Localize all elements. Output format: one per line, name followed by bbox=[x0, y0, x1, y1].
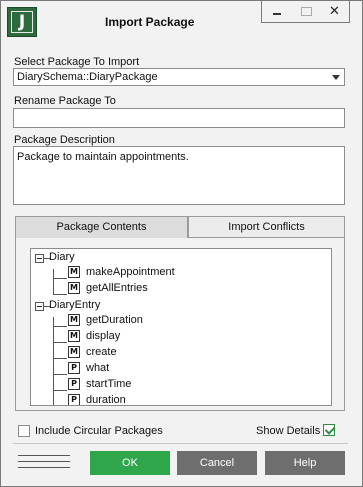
method-icon: M bbox=[68, 314, 80, 326]
tree-item[interactable]: getAllEntries bbox=[86, 282, 148, 294]
collapse-icon[interactable] bbox=[35, 254, 44, 263]
tree-line bbox=[53, 374, 67, 375]
tab-panel: Diary M makeAppointment M getAllEntries … bbox=[15, 238, 345, 411]
package-tree[interactable]: Diary M makeAppointment M getAllEntries … bbox=[30, 248, 332, 406]
show-details-label: Show Details bbox=[256, 425, 321, 437]
method-icon: M bbox=[68, 330, 80, 342]
tree-item[interactable]: what bbox=[86, 362, 109, 374]
import-package-dialog: J Import Package ✕ Select Package To Imp… bbox=[0, 0, 363, 487]
tab-import-conflicts[interactable]: Import Conflicts bbox=[188, 216, 345, 238]
property-icon: P bbox=[68, 394, 80, 405]
method-icon: M bbox=[68, 282, 80, 294]
tree-line bbox=[53, 317, 54, 405]
method-icon: M bbox=[68, 346, 80, 358]
tree-line bbox=[53, 342, 67, 343]
tree-line bbox=[53, 294, 67, 295]
package-select[interactable]: DiarySchema::DiaryPackage bbox=[13, 68, 345, 86]
package-description-label: Package Description bbox=[14, 134, 115, 146]
tree-group-diaryentry[interactable]: DiaryEntry bbox=[49, 299, 100, 311]
property-icon: P bbox=[68, 362, 80, 374]
tree-group-diary[interactable]: Diary bbox=[49, 251, 75, 263]
title-bar[interactable]: J Import Package ✕ bbox=[1, 1, 362, 41]
show-details-checkbox[interactable] bbox=[323, 424, 335, 436]
include-circular-label: Include Circular Packages bbox=[35, 425, 163, 437]
minimize-icon[interactable] bbox=[262, 1, 291, 22]
chevron-down-icon[interactable] bbox=[332, 75, 340, 80]
select-package-label: Select Package To Import bbox=[14, 56, 140, 68]
window-title: Import Package bbox=[105, 15, 195, 29]
tree-item[interactable]: makeAppointment bbox=[86, 266, 175, 278]
menu-lines-icon[interactable] bbox=[18, 454, 70, 469]
maximize-icon[interactable] bbox=[291, 1, 320, 22]
tree-item[interactable]: create bbox=[86, 346, 117, 358]
tree-item[interactable]: display bbox=[86, 330, 120, 342]
package-select-value: DiarySchema::DiaryPackage bbox=[17, 71, 158, 83]
window-controls: ✕ bbox=[261, 1, 350, 23]
tree-line bbox=[53, 390, 67, 391]
rename-package-label: Rename Package To bbox=[14, 95, 116, 107]
tree-item[interactable]: duration bbox=[86, 394, 126, 405]
tree-line bbox=[53, 269, 54, 295]
include-circular-checkbox[interactable] bbox=[18, 425, 30, 437]
tree-line bbox=[53, 358, 67, 359]
tree-item[interactable]: getDuration bbox=[86, 314, 143, 326]
method-icon: M bbox=[68, 266, 80, 278]
close-icon[interactable]: ✕ bbox=[320, 1, 349, 22]
divider bbox=[13, 443, 348, 444]
package-description-textarea[interactable]: Package to maintain appointments. bbox=[13, 146, 345, 205]
app-logo-letter: J bbox=[11, 11, 33, 33]
tree-item[interactable]: startTime bbox=[86, 378, 131, 390]
ok-button[interactable]: OK bbox=[90, 451, 170, 475]
collapse-icon[interactable] bbox=[35, 302, 44, 311]
tree-line bbox=[53, 326, 67, 327]
tab-strip: Package Contents Import Conflicts bbox=[15, 216, 345, 238]
property-icon: P bbox=[68, 378, 80, 390]
tab-package-contents[interactable]: Package Contents bbox=[15, 216, 188, 238]
rename-package-input[interactable] bbox=[13, 108, 345, 128]
cancel-button[interactable]: Cancel bbox=[177, 451, 257, 475]
help-button[interactable]: Help bbox=[265, 451, 345, 475]
tree-line bbox=[53, 278, 67, 279]
app-logo-icon: J bbox=[7, 7, 37, 37]
